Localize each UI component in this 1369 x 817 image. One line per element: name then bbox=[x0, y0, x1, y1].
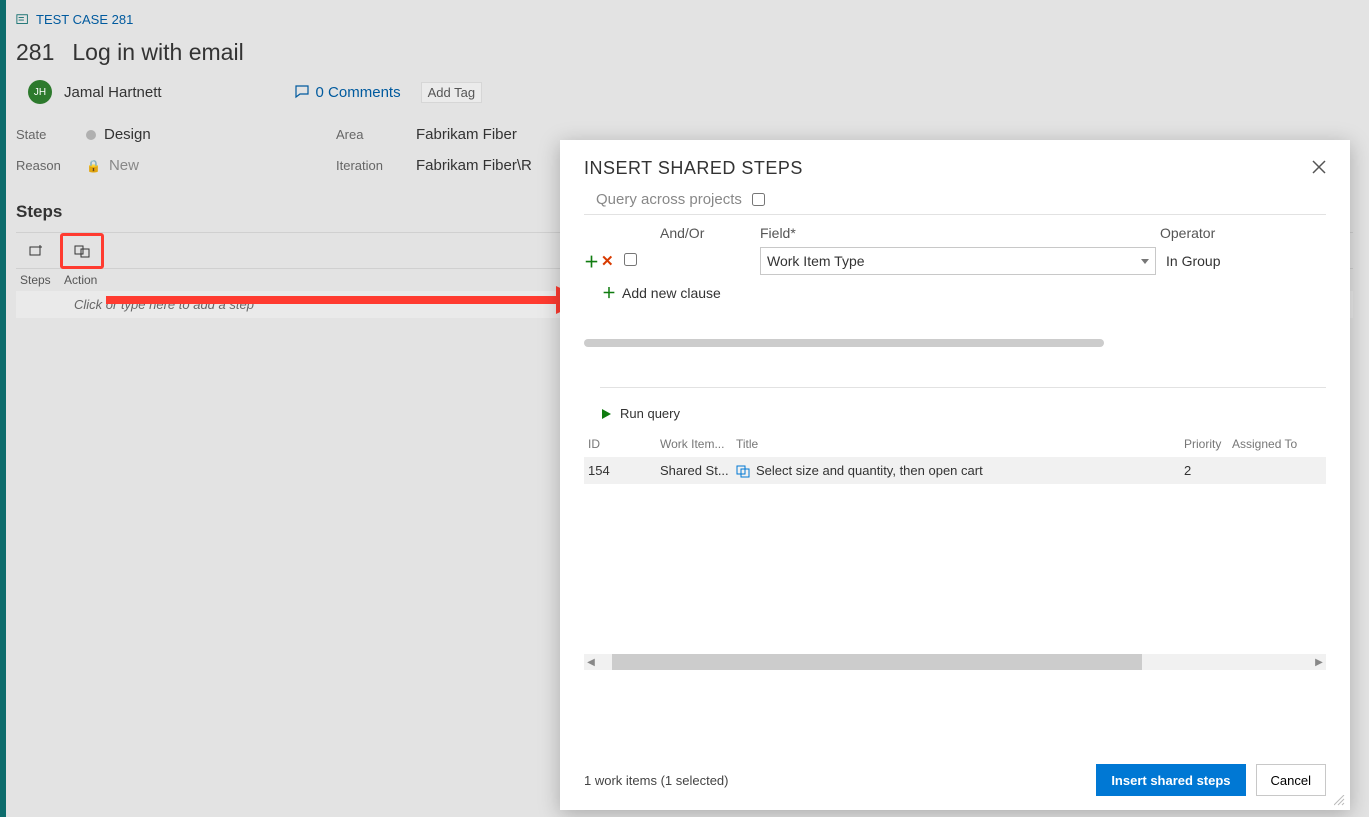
res-priority: 2 bbox=[1184, 463, 1232, 478]
dialog-footer: 1 work items (1 selected) Insert shared … bbox=[560, 750, 1350, 810]
field-select-value: Work Item Type bbox=[767, 253, 865, 269]
query-clause-row: ＋ ✕ Work Item Type In Group bbox=[584, 247, 1326, 275]
testcase-icon bbox=[16, 13, 30, 27]
query-header: And/Or Field* Operator bbox=[584, 214, 1326, 241]
res-title-h: Title bbox=[736, 437, 1184, 451]
owner-row: JH Jamal Hartnett 0 Comments Add Tag bbox=[16, 80, 1353, 104]
results-hscrollbar[interactable]: ◀ ▶ bbox=[584, 654, 1326, 670]
remove-clause-icon[interactable]: ✕ bbox=[601, 252, 614, 270]
col-steps: Steps bbox=[20, 273, 64, 287]
comment-icon bbox=[294, 84, 310, 100]
state-text: Design bbox=[104, 126, 151, 143]
res-type-h: Work Item... bbox=[660, 437, 736, 451]
dialog-header: INSERT SHARED STEPS bbox=[560, 140, 1350, 183]
reason-label: Reason bbox=[16, 158, 86, 173]
head-field: Field* bbox=[760, 225, 1160, 241]
head-andor: And/Or bbox=[660, 225, 760, 241]
res-type: Shared St... bbox=[660, 463, 736, 478]
avatar[interactable]: JH bbox=[28, 80, 52, 104]
run-query-label: Run query bbox=[620, 406, 680, 421]
work-item-title[interactable]: Log in with email bbox=[72, 39, 1353, 66]
iteration-label: Iteration bbox=[336, 158, 416, 173]
cancel-button[interactable]: Cancel bbox=[1256, 764, 1326, 796]
field-select[interactable]: Work Item Type bbox=[760, 247, 1156, 275]
dialog-title: INSERT SHARED STEPS bbox=[584, 158, 803, 179]
res-id: 154 bbox=[588, 463, 660, 478]
run-query-button[interactable]: Run query bbox=[600, 387, 1326, 421]
title-row: 281 Log in with email bbox=[16, 39, 1353, 66]
scroll-thumb[interactable] bbox=[612, 654, 1142, 670]
shared-steps-icon bbox=[74, 243, 90, 259]
results-row[interactable]: 154 Shared St... Select size and quantit… bbox=[584, 457, 1326, 484]
add-new-clause-button[interactable]: ＋ Add new clause bbox=[602, 283, 1326, 303]
insert-step-button[interactable] bbox=[22, 237, 50, 265]
head-operator: Operator bbox=[1160, 225, 1320, 241]
res-assigned-h: Assigned To bbox=[1232, 437, 1312, 451]
insert-shared-steps-button[interactable] bbox=[60, 233, 104, 269]
close-button[interactable] bbox=[1312, 158, 1326, 179]
insert-button[interactable]: Insert shared steps bbox=[1096, 764, 1245, 796]
comments-link[interactable]: 0 Comments bbox=[294, 84, 401, 101]
state-dot-icon bbox=[86, 130, 96, 140]
comments-count: 0 Comments bbox=[316, 84, 401, 101]
res-title-cell: Select size and quantity, then open cart bbox=[736, 463, 1184, 478]
insert-step-icon bbox=[28, 243, 44, 259]
dialog-body: Query across projects And/Or Field* Oper… bbox=[560, 183, 1350, 750]
add-tag-button[interactable]: Add Tag bbox=[421, 82, 482, 103]
state-label: State bbox=[16, 127, 86, 142]
operator-value[interactable]: In Group bbox=[1160, 247, 1320, 275]
reason-value[interactable]: 🔒 New bbox=[86, 157, 336, 174]
res-priority-h: Priority bbox=[1184, 437, 1232, 451]
insert-shared-steps-dialog: INSERT SHARED STEPS Query across project… bbox=[560, 140, 1350, 810]
query-scrollbar[interactable] bbox=[584, 339, 1104, 347]
res-title: Select size and quantity, then open cart bbox=[756, 463, 983, 478]
breadcrumb[interactable]: TEST CASE 281 bbox=[16, 12, 1353, 27]
query-across-label: Query across projects bbox=[596, 191, 742, 208]
play-icon bbox=[600, 408, 612, 420]
add-clause-label: Add new clause bbox=[622, 285, 721, 301]
breadcrumb-label: TEST CASE 281 bbox=[36, 12, 133, 27]
resize-icon bbox=[1334, 795, 1346, 807]
sharedsteps-icon bbox=[736, 464, 750, 478]
clause-actions: ＋ ✕ bbox=[584, 251, 624, 272]
state-value[interactable]: Design bbox=[86, 126, 336, 143]
clause-checkbox[interactable] bbox=[624, 253, 637, 266]
close-icon bbox=[1312, 160, 1326, 174]
footer-buttons: Insert shared steps Cancel bbox=[1096, 764, 1326, 796]
query-across-checkbox[interactable] bbox=[752, 193, 765, 206]
status-text: 1 work items (1 selected) bbox=[584, 773, 729, 788]
query-across-projects-row: Query across projects bbox=[596, 191, 1326, 208]
results-header: ID Work Item... Title Priority Assigned … bbox=[584, 431, 1326, 457]
scroll-left-icon[interactable]: ◀ bbox=[584, 657, 598, 668]
add-clause-icon[interactable]: ＋ bbox=[584, 251, 599, 272]
work-item-id: 281 bbox=[16, 39, 54, 66]
lock-icon: 🔒 bbox=[86, 159, 101, 173]
res-id-h: ID bbox=[588, 437, 660, 451]
reason-text: New bbox=[109, 157, 139, 174]
resize-handle[interactable] bbox=[1334, 794, 1346, 806]
owner-name[interactable]: Jamal Hartnett bbox=[64, 84, 162, 101]
plus-icon: ＋ bbox=[602, 283, 616, 303]
scroll-right-icon[interactable]: ▶ bbox=[1312, 657, 1326, 668]
area-label: Area bbox=[336, 127, 416, 142]
